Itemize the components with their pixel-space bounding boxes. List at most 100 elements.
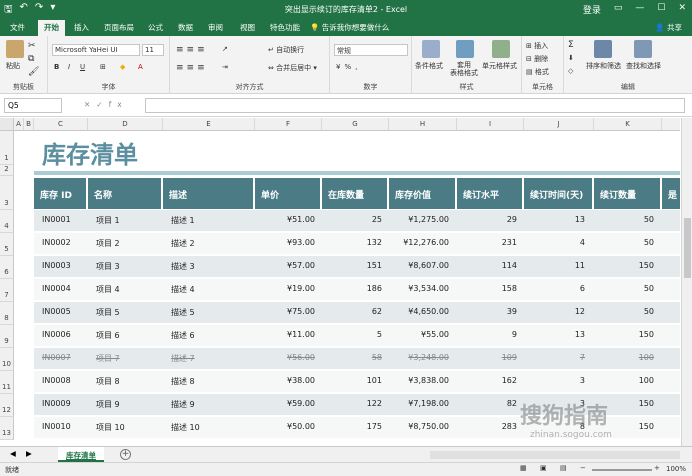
find-select-button[interactable]: 查找和选择 xyxy=(626,61,661,71)
table-format-icon[interactable] xyxy=(456,40,474,58)
zoom-level[interactable]: 100% xyxy=(666,465,686,473)
normal-view-icon[interactable]: ▦ xyxy=(520,464,527,472)
autosum-icon[interactable]: Σ xyxy=(568,40,574,50)
tell-me-search[interactable]: 💡 告诉我你想要做什么 xyxy=(310,22,389,33)
row-header-5[interactable]: 5 xyxy=(0,233,14,256)
paste-button[interactable]: 粘贴 xyxy=(6,61,20,71)
cell-name[interactable]: 项目 6 xyxy=(96,330,120,341)
ribbon-display-icon[interactable]: ▭ xyxy=(614,3,623,16)
col-header-e[interactable]: E xyxy=(163,118,255,131)
cell-days[interactable]: 4 xyxy=(505,238,585,247)
cell-reorder[interactable]: 50 xyxy=(574,238,654,247)
cell-reorder[interactable]: 150 xyxy=(574,330,654,339)
next-sheet-icon[interactable]: ▶ xyxy=(26,449,32,458)
paste-icon[interactable] xyxy=(6,40,24,58)
table-row[interactable]: IN0007 项目 7 描述 7 ¥56.00 58 ¥3,248.00 109 7 100 xyxy=(34,348,680,371)
zoom-in-icon[interactable]: + xyxy=(654,464,660,472)
bold-button[interactable]: B xyxy=(54,63,59,71)
cell-id[interactable]: IN0010 xyxy=(42,422,71,431)
zoom-out-icon[interactable]: − xyxy=(580,464,586,472)
col-header-c[interactable]: C xyxy=(34,118,88,131)
col-header-a[interactable]: A xyxy=(14,118,24,131)
tab-home[interactable]: 开始 xyxy=(38,20,65,36)
fill-color-icon[interactable]: ◆ xyxy=(120,63,125,71)
cell-id[interactable]: IN0002 xyxy=(42,238,71,247)
col-header-k[interactable]: K xyxy=(594,118,662,131)
col-header-h[interactable]: H xyxy=(389,118,457,131)
row-header-8[interactable]: 8 xyxy=(0,302,14,325)
header-desc[interactable]: 描述 xyxy=(163,178,255,209)
header-name[interactable]: 名称 xyxy=(88,178,163,209)
row-header-11[interactable]: 11 xyxy=(0,371,14,394)
cell-name[interactable]: 项目 1 xyxy=(96,215,120,226)
cell-desc[interactable]: 描述 6 xyxy=(171,330,195,341)
table-row[interactable]: IN0004 项目 4 描述 4 ¥19.00 186 ¥3,534.00 158 6 50 xyxy=(34,279,680,302)
tab-review[interactable]: 审阅 xyxy=(208,22,223,33)
cell-name[interactable]: 项目 7 xyxy=(96,353,120,364)
row-header-1[interactable]: 1 xyxy=(0,131,14,165)
copy-icon[interactable]: ⧉ xyxy=(28,54,34,64)
tab-insert[interactable]: 插入 xyxy=(74,22,89,33)
cut-icon[interactable]: ✂ xyxy=(28,41,36,51)
col-header-j[interactable]: J xyxy=(524,118,594,131)
row-header-3[interactable]: 3 xyxy=(0,176,14,210)
row-header-12[interactable]: 12 xyxy=(0,394,14,417)
close-icon[interactable]: ✕ xyxy=(678,3,686,16)
prev-sheet-icon[interactable]: ◀ xyxy=(10,449,16,458)
header-discontinued[interactable]: 是 xyxy=(662,178,680,209)
share-button[interactable]: 👤 共享 xyxy=(655,22,682,33)
font-color-icon[interactable]: A xyxy=(138,63,143,71)
cell-id[interactable]: IN0009 xyxy=(42,399,71,408)
cell-days[interactable]: 3 xyxy=(505,376,585,385)
cell-id[interactable]: IN0008 xyxy=(42,376,71,385)
vertical-scroll-thumb[interactable] xyxy=(684,218,691,278)
cell-days[interactable]: 7 xyxy=(505,353,585,362)
cell-desc[interactable]: 描述 8 xyxy=(171,376,195,387)
table-row[interactable]: IN0005 项目 5 描述 5 ¥75.00 62 ¥4,650.00 39 12 50 xyxy=(34,302,680,325)
cell-id[interactable]: IN0004 xyxy=(42,284,71,293)
cell-reorder[interactable]: 100 xyxy=(574,353,654,362)
table-row[interactable]: IN0001 项目 1 描述 1 ¥51.00 25 ¥1,275.00 29 13 50 xyxy=(34,210,680,233)
select-all-corner[interactable] xyxy=(0,118,14,131)
format-painter-icon[interactable]: 🖌 xyxy=(28,67,39,77)
cell-name[interactable]: 项目 5 xyxy=(96,307,120,318)
header-level[interactable]: 续订水平 xyxy=(457,178,524,209)
row-header-7[interactable]: 7 xyxy=(0,279,14,302)
orientation-icon[interactable]: ↗ xyxy=(222,45,228,53)
row-header-9[interactable]: 9 xyxy=(0,325,14,348)
header-qty[interactable]: 在库数量 xyxy=(322,178,389,209)
cell-desc[interactable]: 描述 3 xyxy=(171,261,195,272)
find-select-icon[interactable] xyxy=(634,40,652,58)
table-row[interactable]: IN0002 项目 2 描述 2 ¥93.00 132 ¥12,276.00 231 4 50 xyxy=(34,233,680,256)
cell-days[interactable]: 6 xyxy=(505,284,585,293)
merge-center-button[interactable]: ⇔ 合并后居中 ▾ xyxy=(268,63,317,73)
tab-page-layout[interactable]: 页面布局 xyxy=(104,22,134,33)
borders-icon[interactable]: ⊞ xyxy=(100,63,106,71)
cell-name[interactable]: 项目 4 xyxy=(96,284,120,295)
italic-button[interactable]: I xyxy=(68,63,70,71)
indent-icon[interactable]: ⇥ xyxy=(222,63,228,71)
cell-days[interactable]: 11 xyxy=(505,261,585,270)
row-header-2[interactable]: 2 xyxy=(0,165,14,176)
page-layout-view-icon[interactable]: ▣ xyxy=(540,464,547,472)
cell-desc[interactable]: 描述 4 xyxy=(171,284,195,295)
cell-id[interactable]: IN0003 xyxy=(42,261,71,270)
font-name-select[interactable]: Microsoft YaHei UI xyxy=(52,44,140,56)
row-header-6[interactable]: 6 xyxy=(0,256,14,279)
col-header-d[interactable]: D xyxy=(88,118,163,131)
row-header-4[interactable]: 4 xyxy=(0,210,14,233)
cell-name[interactable]: 项目 9 xyxy=(96,399,120,410)
cell-desc[interactable]: 描述 9 xyxy=(171,399,195,410)
vertical-align-icons[interactable]: ≡≡≡ xyxy=(176,45,208,55)
cell-reorder[interactable]: 50 xyxy=(574,284,654,293)
add-sheet-icon[interactable]: + xyxy=(120,449,131,460)
table-row[interactable]: IN0008 项目 8 描述 8 ¥38.00 101 ¥3,838.00 162 3 100 xyxy=(34,371,680,394)
vertical-scrollbar[interactable] xyxy=(681,118,692,446)
conditional-format-button[interactable]: 条件格式 xyxy=(415,61,443,71)
sheet-tab-inventory[interactable]: 库存清单 xyxy=(58,447,104,462)
tab-file[interactable]: 文件 xyxy=(10,22,25,33)
cell-days[interactable]: 13 xyxy=(505,330,585,339)
cell-days[interactable]: 13 xyxy=(505,215,585,224)
cell-style-icon[interactable] xyxy=(492,40,510,58)
header-reorder[interactable]: 续订数量 xyxy=(594,178,662,209)
